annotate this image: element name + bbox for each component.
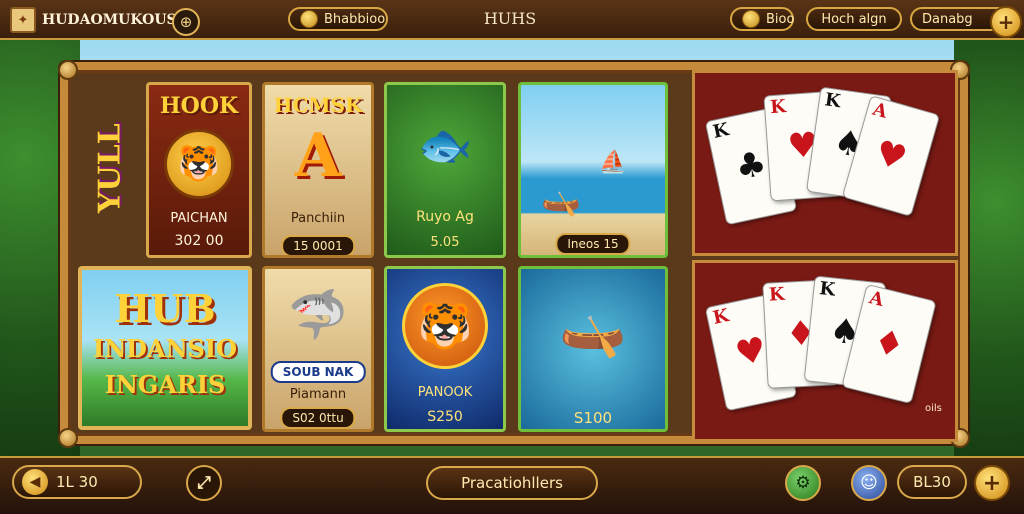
game-tile-boat[interactable]: 🛶 S100 <box>518 266 668 432</box>
top-bar: ✦ HUDAOMUKOUS ⊕ Bhabbioo HUHS Bioo Hoch … <box>0 0 1024 40</box>
sailboat-icon: ⛵ <box>599 149 627 175</box>
canoe-icon: 🛶 <box>559 297 627 360</box>
add-coins-button[interactable]: + <box>990 6 1022 38</box>
page-title: HUHS <box>483 9 537 28</box>
practice-button[interactable]: Pracatiohllers <box>426 466 598 500</box>
coins-label: Bioo <box>766 11 795 27</box>
tile-title-line-3: INGARIS <box>104 370 226 399</box>
tile-big-letter: A <box>294 121 342 191</box>
tile-caption: Panchiin <box>290 211 346 226</box>
game-tile-shark[interactable]: 🦈 SOUB NAK Piamann S02 0ttu <box>262 266 374 432</box>
tile-title: HOOK <box>159 93 239 119</box>
profile-icon[interactable]: ☺ <box>851 465 887 501</box>
practice-button-label: Pracatiohllers <box>461 474 563 492</box>
tile-title-line-2: INDANSIO <box>93 334 237 363</box>
tile-value: 302 00 <box>174 233 224 249</box>
card-rank: K <box>711 119 731 143</box>
balance-display[interactable]: BL30 <box>897 465 967 499</box>
fish-icon: 🐟 <box>417 120 473 171</box>
tiger-emblem-icon: 🐯 <box>164 129 234 199</box>
tile-value: Ineos 15 <box>555 233 631 255</box>
tile-caption: PANOOK <box>417 385 473 400</box>
tile-title: HCMSK <box>273 93 363 117</box>
game-tile-fish[interactable]: 🐟 Ruyo Ag 5.05 <box>384 82 506 258</box>
bet-control[interactable]: ◀ 1L 30 <box>12 465 142 499</box>
shark-icon: 🦈 <box>288 286 348 343</box>
corner-tag: oils <box>925 403 942 414</box>
card-rank: K <box>823 89 842 113</box>
plus-icon: + <box>997 10 1015 34</box>
compass-icon[interactable]: ⊕ <box>172 8 200 36</box>
brand[interactable]: ✦ HUDAOMUKOUS <box>10 7 177 33</box>
tiger-icon: 🐯 <box>402 283 488 369</box>
bonus-pill[interactable]: Bhabbioo <box>288 7 388 31</box>
card-panel-top: K ♣ K ♥ K ♠ A ♥ <box>692 70 958 256</box>
tile-value: S100 <box>573 409 613 427</box>
card-rank: K <box>818 278 837 301</box>
card-suit-icon: ♦ <box>869 320 909 368</box>
card-rank: A <box>867 287 886 312</box>
tile-value: 5.05 <box>430 235 460 250</box>
card-rank: K <box>711 305 731 329</box>
frame-bolt-icon <box>58 60 78 80</box>
card-suit-icon: ♥ <box>870 132 912 180</box>
tile-caption: Piamann <box>289 387 347 402</box>
coin-icon <box>300 10 318 28</box>
danger-button-label: Danabg <box>922 11 973 27</box>
coins-pill[interactable]: Bioo <box>730 7 794 31</box>
hammock-icon: 🛶 <box>541 180 581 218</box>
tile-caption: PAICHAN <box>170 211 228 226</box>
game-tile-beach[interactable]: ⛵ 🛶 Ineos 15 <box>518 82 668 258</box>
brand-logo-icon: ✦ <box>10 7 36 33</box>
card-rank: A <box>870 98 890 123</box>
tile-value: S250 <box>427 409 463 425</box>
card-panel-bottom: K ♥ K ♦ K ♠ A ♦ <box>692 260 958 442</box>
game-tile-tiger[interactable]: 🐯 PANOOK S250 <box>384 266 506 432</box>
plus-icon: + <box>982 470 1002 496</box>
expand-icon[interactable]: ⤢ <box>186 465 222 501</box>
hook-button-label: Hoch algn <box>821 11 887 27</box>
game-tile-hcmsk[interactable]: HCMSK A Panchiin 15 0001 <box>262 82 374 258</box>
tile-caption: Ruyo Ag <box>416 209 474 225</box>
brand-name: HUDAOMUKOUS <box>42 12 177 28</box>
game-tile-hook[interactable]: HOOK 🐯 PAICHAN 302 00 <box>146 82 252 258</box>
coin-icon <box>742 10 760 28</box>
hook-button[interactable]: Hoch algn <box>806 7 902 31</box>
tile-badge: SOUB NAK <box>270 361 366 383</box>
arrow-left-icon[interactable]: ◀ <box>22 469 48 495</box>
tile-title-line-1: HUB <box>114 286 216 331</box>
settings-icon[interactable]: ⚙ <box>785 465 821 501</box>
game-tile-hub[interactable]: HUB INDANSIO INGARIS <box>78 266 252 430</box>
card-rank: K <box>769 96 787 119</box>
balance-label: BL30 <box>913 473 951 491</box>
bet-label: 1L 30 <box>56 473 98 491</box>
tile-value: S02 0ttu <box>280 407 356 429</box>
side-banner: YULL <box>92 123 128 213</box>
frame-bolt-icon <box>58 428 78 448</box>
add-balance-button[interactable]: + <box>974 465 1010 501</box>
tile-value: 15 0001 <box>281 235 355 255</box>
bonus-pill-label: Bhabbioo <box>324 11 386 27</box>
card-rank: K <box>768 283 786 306</box>
